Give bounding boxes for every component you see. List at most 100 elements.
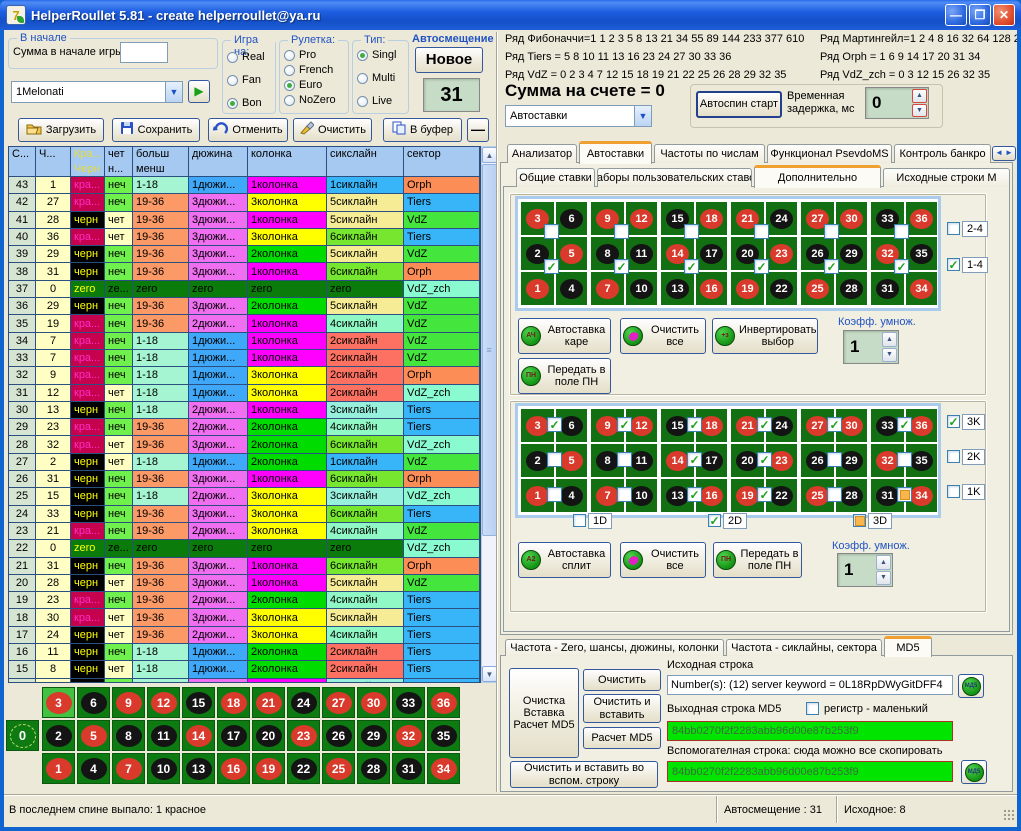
autobet-kare-button[interactable]: АЧАвтоставка каре bbox=[518, 318, 611, 354]
radio-live[interactable]: Live bbox=[357, 95, 392, 107]
toolbar-brush-button[interactable]: Очистить bbox=[293, 118, 372, 142]
split-koef-spinner[interactable]: 1 ▲▼ bbox=[837, 553, 893, 587]
split-pair-checkbox[interactable] bbox=[547, 452, 562, 467]
maximize-button[interactable]: ❐ bbox=[969, 4, 991, 26]
board-number-cell[interactable]: 31 bbox=[392, 753, 425, 784]
toolbar-undo-button[interactable]: Отменить bbox=[208, 118, 288, 142]
column-header[interactable]: колонка bbox=[248, 147, 327, 162]
mode-combo[interactable]: Автоставки ▼ bbox=[505, 105, 652, 127]
tab-sub-2[interactable]: Наборы пользовательских ставок bbox=[597, 168, 752, 187]
md5-source-input[interactable] bbox=[667, 675, 953, 695]
board-number-cell[interactable]: 1 bbox=[42, 753, 75, 784]
radio-pro[interactable]: Pro bbox=[284, 49, 316, 61]
column-header[interactable]: Кра... bbox=[71, 147, 105, 162]
new-button[interactable]: Новое bbox=[415, 47, 483, 73]
bet-number-cell[interactable]: 28 bbox=[834, 272, 867, 305]
toolbar-copy-button[interactable]: В буфер bbox=[383, 118, 462, 142]
split-pair-checkbox[interactable] bbox=[827, 452, 842, 467]
tab-bottom-1[interactable]: Частота - Zero, шансы, дюжины, колонки bbox=[505, 639, 724, 656]
chevron-down-icon[interactable]: ▼ bbox=[165, 82, 182, 102]
play-button[interactable]: ▶ bbox=[188, 80, 210, 103]
board-number-cell[interactable]: 12 bbox=[147, 687, 180, 718]
md5-clear-paste-button[interactable]: Очистить и вставить bbox=[583, 694, 661, 723]
split-pair-checkbox[interactable] bbox=[757, 487, 772, 502]
send-to-pn-button[interactable]: ПНПередать в поле ПН bbox=[713, 542, 802, 578]
board-number-cell[interactable]: 32 bbox=[392, 720, 425, 751]
kare-top-checkbox[interactable] bbox=[614, 224, 629, 239]
split-pair-checkbox[interactable] bbox=[827, 417, 842, 432]
board-number-cell[interactable]: 35 bbox=[427, 720, 460, 751]
radio-singl[interactable]: Singl bbox=[357, 49, 396, 61]
kare-bottom-checkbox[interactable] bbox=[684, 259, 699, 274]
column-header[interactable]: Ч... bbox=[36, 147, 71, 162]
column-header[interactable]: чет bbox=[105, 147, 133, 162]
radio-real[interactable]: Real bbox=[227, 51, 265, 63]
delay-spinner[interactable]: 0 ▲▼ bbox=[865, 87, 929, 119]
radio-multi[interactable]: Multi bbox=[357, 72, 395, 84]
split-pair-checkbox[interactable] bbox=[547, 417, 562, 432]
column-header[interactable]: больш bbox=[133, 147, 189, 162]
radio-euro[interactable]: Euro bbox=[284, 79, 322, 91]
radio-bon[interactable]: Bon bbox=[227, 97, 262, 109]
column-header[interactable] bbox=[189, 162, 248, 177]
radio-nozero[interactable]: NoZero bbox=[284, 94, 336, 106]
split-pair-checkbox[interactable] bbox=[897, 452, 912, 467]
spin-up-icon[interactable]: ▲ bbox=[876, 555, 891, 570]
board-number-cell[interactable]: 8 bbox=[112, 720, 145, 751]
split-pair-checkbox[interactable] bbox=[687, 487, 702, 502]
tab-sub-4[interactable]: Исходные строки М bbox=[883, 168, 1010, 187]
invert-selection-button[interactable]: +зИнвертировать выбор bbox=[712, 318, 818, 354]
clear-all-button[interactable]: Очистить все bbox=[620, 318, 706, 354]
board-number-cell[interactable]: 17 bbox=[217, 720, 250, 751]
bet-number-cell[interactable]: 22 bbox=[764, 272, 797, 305]
split-pair-checkbox[interactable] bbox=[617, 452, 632, 467]
tab-main-4[interactable]: Функционал PsevdoMS bbox=[767, 144, 892, 163]
scroll-down-icon[interactable]: ▼ bbox=[482, 666, 497, 682]
range-2-4-checkbox[interactable] bbox=[947, 222, 960, 235]
bet-number-cell[interactable]: 19 bbox=[731, 272, 764, 305]
toolbar-open-folder-button[interactable]: Загрузить bbox=[18, 118, 104, 142]
board-number-cell[interactable]: 13 bbox=[182, 753, 215, 784]
split-pair-checkbox[interactable] bbox=[827, 487, 842, 502]
radio-french[interactable]: French bbox=[284, 64, 333, 76]
tab-scroll-left-icon[interactable]: ◄ bbox=[995, 149, 1003, 158]
split-pair-checkbox[interactable] bbox=[757, 452, 772, 467]
board-number-cell[interactable]: 25 bbox=[322, 753, 355, 784]
column-header[interactable] bbox=[327, 162, 404, 177]
md5-run-button[interactable]: МД5 bbox=[958, 674, 984, 698]
row-2k-checkbox[interactable] bbox=[947, 450, 960, 463]
column-header[interactable]: Черн bbox=[71, 162, 105, 177]
split-pair-checkbox[interactable] bbox=[757, 417, 772, 432]
bet-number-cell[interactable]: 4 bbox=[554, 272, 587, 305]
row-3k-checkbox[interactable] bbox=[947, 415, 960, 428]
tab-main-1[interactable]: Анализатор bbox=[507, 144, 577, 163]
column-header[interactable]: сектор bbox=[404, 147, 480, 162]
board-number-cell[interactable]: 14 bbox=[182, 720, 215, 751]
board-number-cell[interactable]: 22 bbox=[287, 753, 320, 784]
kare-bottom-checkbox[interactable] bbox=[894, 259, 909, 274]
md5-aux-run-button[interactable]: МД5 bbox=[961, 760, 987, 784]
column-header[interactable]: менш bbox=[133, 162, 189, 177]
bet-number-cell[interactable]: 16 bbox=[694, 272, 727, 305]
start-sum-input[interactable] bbox=[120, 42, 168, 63]
md5-clear-aux-button[interactable]: Очистить и вставить во вспом. строку bbox=[510, 761, 658, 788]
bet-number-cell[interactable]: 31 bbox=[871, 272, 904, 305]
column-header[interactable]: сикслайн bbox=[327, 147, 404, 162]
board-number-cell[interactable]: 10 bbox=[147, 753, 180, 784]
column-header[interactable]: дюжина bbox=[189, 147, 248, 162]
board-number-cell[interactable]: 11 bbox=[147, 720, 180, 751]
kare-top-checkbox[interactable] bbox=[684, 224, 699, 239]
md5-big-button[interactable]: Очистка Вставка Расчет MD5 bbox=[509, 668, 579, 758]
split-pair-checkbox[interactable] bbox=[617, 417, 632, 432]
column-header[interactable] bbox=[36, 162, 71, 177]
title-bar[interactable]: 7 HelperRoullet 5.81 - create helperroul… bbox=[0, 0, 1021, 30]
close-button[interactable]: ✕ bbox=[993, 4, 1015, 26]
kare-top-checkbox[interactable] bbox=[824, 224, 839, 239]
board-number-cell[interactable]: 28 bbox=[357, 753, 390, 784]
board-number-cell[interactable]: 15 bbox=[182, 687, 215, 718]
board-number-cell[interactable]: 27 bbox=[322, 687, 355, 718]
board-number-cell[interactable]: 7 bbox=[112, 753, 145, 784]
split-pair-checkbox[interactable] bbox=[897, 487, 912, 502]
board-number-cell[interactable]: 30 bbox=[357, 687, 390, 718]
scroll-up-icon[interactable]: ▲ bbox=[482, 147, 497, 163]
